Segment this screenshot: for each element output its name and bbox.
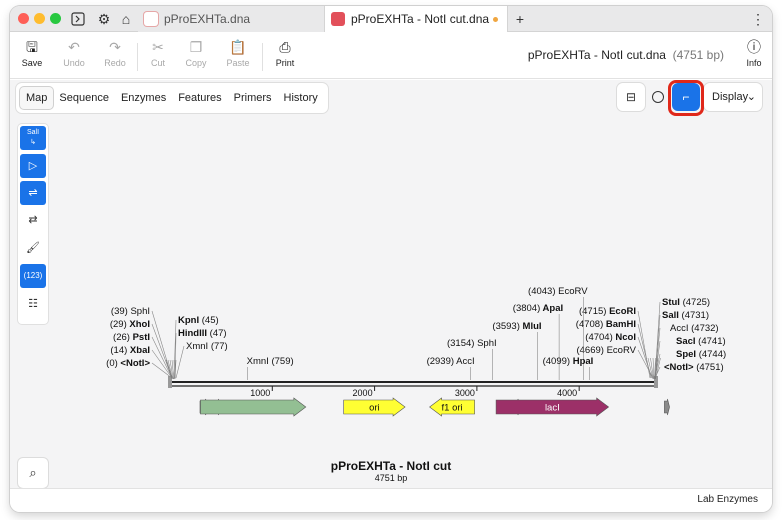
map-length: 4751 bp — [375, 473, 408, 483]
printer-icon: ⎙ — [279, 39, 291, 55]
info-button[interactable]: ⓘ Info — [734, 36, 772, 76]
enzyme-set-label[interactable]: Lab Enzymes — [697, 494, 758, 505]
map-canvas: SalI ↳ ▷ ⇌ ⇄ 🖌 (123) ☷ 1000 2000 3000 4000 or… — [10, 118, 772, 488]
feature-label: lacI — [545, 403, 560, 414]
ruler-label: 3000 — [455, 388, 475, 398]
enzyme-label: SalI (4731) — [662, 310, 709, 321]
redo-button[interactable]: ↷ Redo — [95, 36, 135, 76]
tab-sequence[interactable]: Sequence — [53, 87, 115, 109]
save-button[interactable]: 🖫 Save — [12, 36, 52, 76]
enzyme-label: XmnI (77) — [186, 341, 228, 352]
ruler-label: 1000 — [250, 388, 270, 398]
search-icon: ⌕ — [29, 465, 37, 480]
tab-primers[interactable]: Primers — [228, 87, 278, 109]
minimize-window-button[interactable] — [34, 13, 45, 24]
enzyme-line — [151, 310, 173, 379]
close-window-button[interactable] — [18, 13, 29, 24]
zoom-window-button[interactable] — [50, 13, 61, 24]
search-button[interactable]: ⌕ — [18, 458, 48, 488]
enzyme-label: (4715) EcoRI — [579, 306, 636, 317]
paste-icon: 📋 — [229, 39, 247, 55]
dna-file-icon — [331, 12, 345, 26]
map-title: pProEXHTa - NotI cut — [331, 459, 451, 473]
enzyme-label: (29) XhoI — [110, 319, 150, 330]
tab-pproexhta-noti-cut[interactable]: pProEXHTa - NotI cut.dna — [324, 6, 508, 32]
enzyme-label: (4669) EcoRV — [576, 345, 636, 356]
tab-map[interactable]: Map — [20, 87, 54, 109]
enzyme-line — [637, 310, 651, 379]
display-dropdown[interactable]: Display ⌄ — [704, 83, 762, 111]
sequence-panel-icon: ⊟ — [625, 90, 637, 104]
tab-label: pProEXHTa - NotI cut.dna — [351, 12, 490, 26]
enzyme-label: (4043) EcoRV — [528, 286, 588, 297]
enzyme-label: (3593) MluI — [492, 321, 541, 332]
feature-label: f1 ori — [442, 403, 463, 414]
ruler-label: 2000 — [353, 388, 373, 398]
enzyme-label: AccI (4732) — [670, 323, 719, 334]
enzyme-label: (3154) SphI — [447, 338, 497, 349]
title-bar: ⚙ ⌂ pProEXHTa.dna pProEXHTa - NotI cut.d… — [10, 6, 772, 32]
enzyme-label: SpeI (4744) — [676, 349, 726, 360]
copy-button[interactable]: ❐ Copy — [176, 36, 216, 76]
tab-features[interactable]: Features — [172, 87, 227, 109]
paste-button[interactable]: 📋 Paste — [218, 36, 258, 76]
feature-arrow — [200, 397, 307, 417]
enzyme-label: StuI (4725) — [662, 297, 710, 308]
enzyme-label: (3804) ApaI — [513, 303, 563, 314]
small-feature-arrow — [664, 398, 670, 416]
enzyme-label: <NotI> (4751) — [664, 362, 724, 373]
more-menu-icon[interactable]: ⋮ — [748, 9, 768, 29]
enzyme-label: (0) <NotI> — [106, 358, 150, 369]
chevron-down-icon: ⌄ — [746, 91, 756, 103]
enzyme-label: KpnI (45) — [178, 315, 219, 326]
dna-file-icon — [144, 12, 158, 26]
unsaved-dot-icon — [493, 17, 498, 22]
enzyme-label: (4099) HpaI — [543, 356, 594, 367]
tab-label: pProEXHTa.dna — [164, 12, 251, 26]
status-bar: Lab Enzymes — [10, 488, 772, 512]
undo-button[interactable]: ↶ Undo — [54, 36, 94, 76]
tab-pproexhta[interactable]: pProEXHTa.dna — [138, 6, 324, 32]
undo-icon: ↶ — [68, 39, 80, 55]
home-icon[interactable]: ⌂ — [116, 9, 136, 29]
enzyme-label: (26) PstI — [113, 332, 150, 343]
new-tab-plus-icon[interactable]: + — [510, 9, 530, 29]
sequence-view-button[interactable]: ⊟ — [617, 83, 645, 111]
save-icon: 🖫 — [26, 39, 38, 55]
enzyme-label: XmnI (759) — [247, 356, 294, 367]
enzyme-label: SacI (4741) — [676, 336, 726, 347]
scissors-icon: ✂ — [152, 39, 164, 55]
enzyme-line — [151, 336, 173, 379]
highlight-annotation — [668, 80, 704, 116]
enzyme-label: (39) SphI — [111, 306, 150, 317]
circular-map-button[interactable] — [652, 91, 664, 103]
app-window: ⚙ ⌂ pProEXHTa.dna pProEXHTa - NotI cut.d… — [10, 6, 772, 512]
sidebar-toggle-icon[interactable] — [68, 9, 88, 29]
enzyme-line — [175, 345, 185, 379]
feature-label: ori — [369, 403, 380, 414]
tab-history[interactable]: History — [278, 87, 324, 109]
ruler-label: 4000 — [557, 388, 577, 398]
redo-icon: ↷ — [109, 39, 121, 55]
copy-icon: ❐ — [189, 39, 203, 55]
gear-icon[interactable]: ⚙ — [94, 9, 114, 29]
enzyme-label: (14) XbaI — [110, 345, 150, 356]
enzyme-label: (4704) NcoI — [585, 332, 636, 343]
enzyme-label: HindIII (47) — [178, 328, 227, 339]
view-bar: Map Sequence Enzymes Features Primers Hi… — [10, 80, 772, 118]
enzyme-label: (4708) BamHI — [576, 319, 636, 330]
info-icon: ⓘ — [747, 39, 761, 55]
enzyme-label: (2939) AccI — [427, 356, 475, 367]
toolbar-divider — [262, 43, 263, 71]
view-tabs: Map Sequence Enzymes Features Primers Hi… — [16, 83, 328, 113]
cut-button[interactable]: ✂ Cut — [138, 36, 178, 76]
linear-map[interactable]: 1000 2000 3000 4000 ori f1 ori lacI (39) SphI (2… — [10, 118, 772, 488]
tab-enzymes[interactable]: Enzymes — [115, 87, 172, 109]
document-title: pProEXHTa - NotI cut.dna (4751 bp) — [527, 48, 724, 62]
print-button[interactable]: ⎙ Print — [265, 36, 305, 76]
